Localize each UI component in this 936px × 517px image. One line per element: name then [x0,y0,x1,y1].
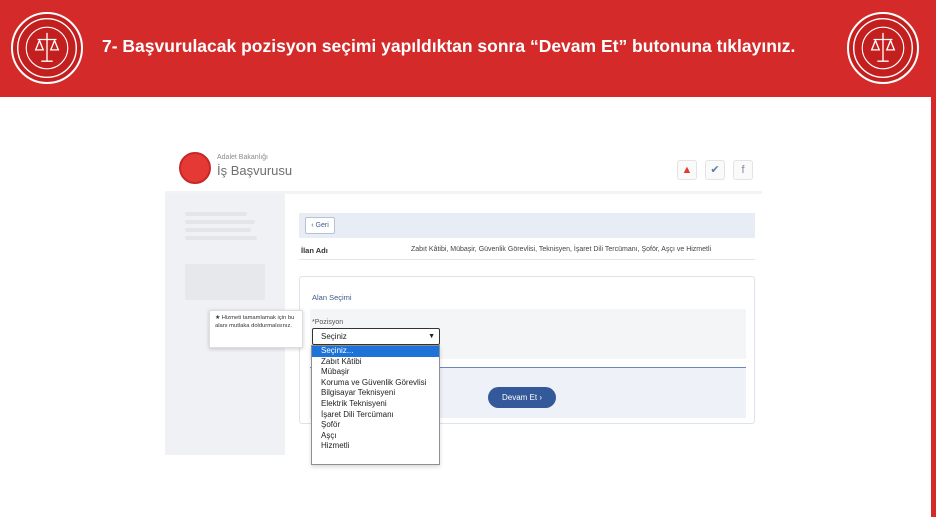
sidebar-image [185,264,265,300]
ministry-seal-icon [847,12,919,84]
dropdown-option[interactable]: Seçiniz... [312,346,439,357]
facebook-icon[interactable]: f [733,160,753,180]
position-select[interactable]: Seçiniz ▼ [312,328,440,345]
ministry-seal-icon [11,12,83,84]
dropdown-option[interactable]: Zabıt Kâtibi [312,357,439,368]
ministry-logo-icon [179,152,211,184]
dropdown-option[interactable]: Koruma ve Güvenlik Görevlisi [312,378,439,389]
ilan-value: Zabıt Kâtibi, Mübaşir, Güvenlik Görevlis… [411,246,712,253]
slide-edge-stripe [931,97,936,517]
dropdown-option[interactable]: Şoför [312,420,439,431]
ilan-label: İlan Adı [301,246,328,255]
twitter-icon[interactable]: ✔ [705,160,725,180]
back-bar: ‹ Geri [299,213,755,238]
faded-text-line [185,212,247,216]
section-title: Alan Seçimi [312,293,352,302]
org-name: Adalet Bakanlığı [217,154,268,161]
dropdown-option[interactable]: Aşçı [312,431,439,442]
faded-text-line [185,228,251,232]
dropdown-option[interactable]: Mübaşir [312,367,439,378]
application-screenshot: Adalet Bakanlığı İş Başvurusu ▲ ✔ f ‹ Ge… [165,140,762,455]
caret-down-icon: ▼ [428,333,435,340]
position-label: *Pozisyon [312,319,344,326]
position-dropdown-list[interactable]: Seçiniz... Zabıt Kâtibi Mübaşir Koruma v… [311,345,440,465]
ilan-divider [299,259,755,260]
dropdown-option[interactable]: Hizmetli [312,441,439,452]
dropdown-option[interactable]: İşaret Dili Tercümanı [312,410,439,421]
faded-text-line [185,220,255,224]
select-value: Seçiniz [321,332,347,341]
faded-text-line [185,236,257,240]
fire-icon[interactable]: ▲ [677,160,697,180]
dropdown-option[interactable]: Elektrik Teknisyeni [312,399,439,410]
app-name: İş Başvurusu [217,163,293,178]
continue-button[interactable]: Devam Et › [488,387,556,408]
slide-title: 7- Başvurulacak pozisyon seçimi yapıldık… [102,36,796,56]
dropdown-option[interactable]: Bilgisayar Teknisyeni [312,388,439,399]
required-tooltip: ★ Hizmeti tamamlamak için bu alanı mutla… [209,310,303,348]
slide-banner: 7- Başvurulacak pozisyon seçimi yapıldık… [0,0,936,97]
back-button[interactable]: ‹ Geri [305,217,335,234]
